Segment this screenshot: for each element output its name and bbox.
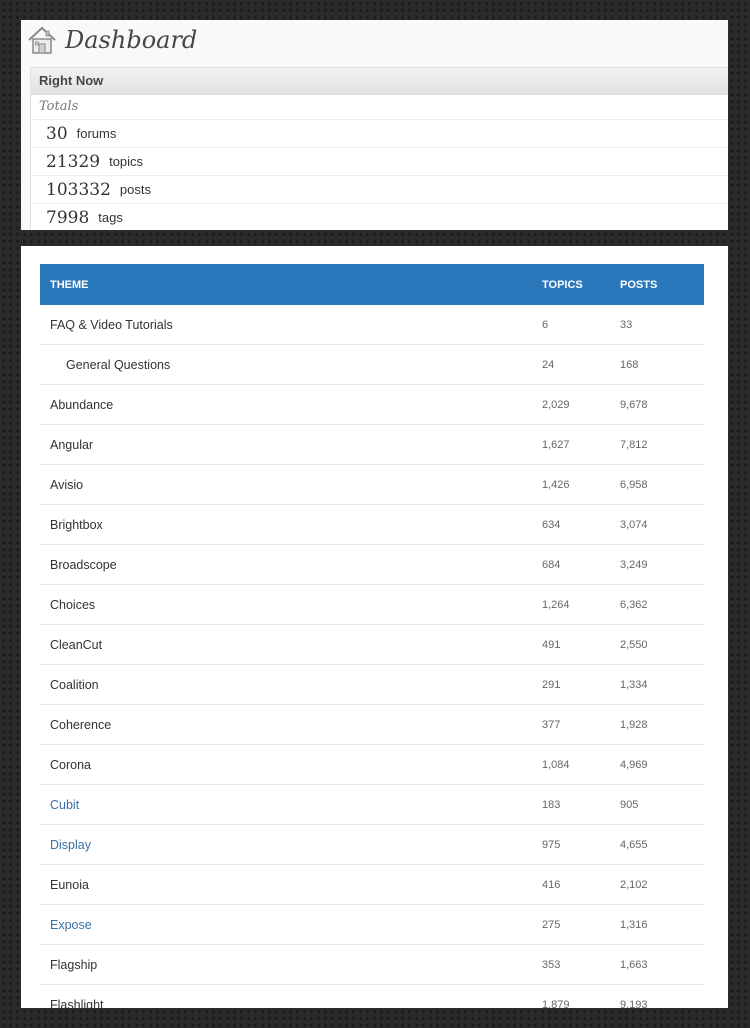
table-row: CleanCut 491 2,550 [40, 625, 704, 665]
posts-count: 3,249 [620, 558, 648, 571]
dashboard-panel: Dashboard Right Now Totals 30 forums 213… [21, 20, 728, 230]
posts-count: 33 [620, 318, 633, 331]
header-theme: THEME [50, 278, 89, 291]
topics-count: 1,084 [542, 758, 570, 771]
topics-count: 1,879 [542, 998, 570, 1009]
topics-count: 634 [542, 518, 561, 531]
posts-count: 168 [620, 358, 639, 371]
theme-link[interactable]: Coherence [40, 718, 542, 732]
posts-count: 2,102 [620, 878, 648, 891]
dashboard-header: Dashboard [27, 22, 197, 58]
home-icon [27, 25, 57, 55]
posts-count: 4,969 [620, 758, 648, 771]
forum-table: THEME TOPICS POSTS FAQ & Video Tutorials… [40, 264, 704, 1008]
topics-count: 416 [542, 878, 561, 891]
posts-count: 7,812 [620, 438, 648, 451]
topics-count: 2,029 [542, 398, 570, 411]
table-header: THEME TOPICS POSTS [40, 264, 704, 305]
posts-count: 1,334 [620, 678, 648, 691]
stat-value[interactable]: 103332 [46, 180, 111, 200]
theme-link[interactable]: Coalition [40, 678, 542, 692]
stat-value[interactable]: 21329 [46, 152, 100, 172]
theme-link[interactable]: FAQ & Video Tutorials [40, 318, 542, 332]
theme-link[interactable]: Angular [40, 438, 542, 452]
posts-count: 9,678 [620, 398, 648, 411]
posts-count: 1,316 [620, 918, 648, 931]
table-row: FAQ & Video Tutorials 6 33 [40, 305, 704, 345]
posts-count: 1,663 [620, 958, 648, 971]
stat-row-posts: 103332 posts [31, 176, 728, 204]
posts-count: 6,362 [620, 598, 648, 611]
table-row: Broadscope 684 3,249 [40, 545, 704, 585]
stat-value[interactable]: 7998 [46, 208, 89, 228]
stat-value[interactable]: 30 [46, 124, 68, 144]
stat-label[interactable]: topics [109, 154, 143, 169]
totals-label: Totals [31, 95, 728, 120]
stat-label[interactable]: tags [98, 210, 123, 225]
theme-link[interactable]: Avisio [40, 478, 542, 492]
table-row: Corona 1,084 4,969 [40, 745, 704, 785]
theme-link[interactable]: CleanCut [40, 638, 542, 652]
topics-count: 353 [542, 958, 561, 971]
theme-link[interactable]: Broadscope [40, 558, 542, 572]
topics-count: 291 [542, 678, 561, 691]
table-row: Flagship 353 1,663 [40, 945, 704, 985]
theme-link[interactable]: Abundance [40, 398, 542, 412]
posts-count: 905 [620, 798, 639, 811]
table-row: Cubit 183 905 [40, 785, 704, 825]
table-row: Flashlight 1,879 9,193 [40, 985, 704, 1009]
posts-count: 2,550 [620, 638, 648, 651]
topics-count: 1,426 [542, 478, 570, 491]
theme-link[interactable]: Expose [40, 918, 542, 932]
table-body: FAQ & Video Tutorials 6 33 General Question… [40, 305, 704, 1008]
header-posts: POSTS [620, 278, 658, 291]
topics-count: 377 [542, 718, 561, 731]
table-row: Coherence 377 1,928 [40, 705, 704, 745]
topics-count: 6 [542, 318, 549, 331]
stat-label[interactable]: posts [120, 182, 151, 197]
stat-label[interactable]: forums [77, 126, 117, 141]
stat-row-topics: 21329 topics [31, 148, 728, 176]
topics-count: 1,627 [542, 438, 570, 451]
topics-count: 491 [542, 638, 561, 651]
table-row: Abundance 2,029 9,678 [40, 385, 704, 425]
table-row: Display 975 4,655 [40, 825, 704, 865]
table-row: Eunoia 416 2,102 [40, 865, 704, 905]
theme-link[interactable]: General Questions [40, 358, 542, 372]
table-row: General Questions 24 168 [40, 345, 704, 385]
topics-count: 275 [542, 918, 561, 931]
theme-link[interactable]: Flashlight [40, 998, 542, 1009]
table-row: Choices 1,264 6,362 [40, 585, 704, 625]
stat-row-forums: 30 forums [31, 120, 728, 148]
posts-count: 4,655 [620, 838, 648, 851]
table-row: Coalition 291 1,334 [40, 665, 704, 705]
right-now-widget: Right Now Totals 30 forums 21329 topics … [30, 67, 728, 230]
forum-table-panel: THEME TOPICS POSTS FAQ & Video Tutorials… [21, 246, 728, 1008]
table-row: Angular 1,627 7,812 [40, 425, 704, 465]
posts-count: 6,958 [620, 478, 648, 491]
table-row: Expose 275 1,316 [40, 905, 704, 945]
table-row: Brightbox 634 3,074 [40, 505, 704, 545]
theme-link[interactable]: Brightbox [40, 518, 542, 532]
table-row: Avisio 1,426 6,958 [40, 465, 704, 505]
page-title: Dashboard [65, 26, 198, 54]
topics-count: 1,264 [542, 598, 570, 611]
theme-link[interactable]: Display [40, 838, 542, 852]
posts-count: 9,193 [620, 998, 648, 1009]
topics-count: 975 [542, 838, 561, 851]
topics-count: 24 [542, 358, 555, 371]
stat-row-tags: 7998 tags [31, 204, 728, 230]
theme-link[interactable]: Choices [40, 598, 542, 612]
header-topics: TOPICS [542, 278, 583, 291]
topics-count: 684 [542, 558, 561, 571]
widget-title[interactable]: Right Now [31, 68, 728, 95]
theme-link[interactable]: Cubit [40, 798, 542, 812]
theme-link[interactable]: Eunoia [40, 878, 542, 892]
posts-count: 1,928 [620, 718, 648, 731]
posts-count: 3,074 [620, 518, 648, 531]
topics-count: 183 [542, 798, 561, 811]
theme-link[interactable]: Flagship [40, 958, 542, 972]
theme-link[interactable]: Corona [40, 758, 542, 772]
